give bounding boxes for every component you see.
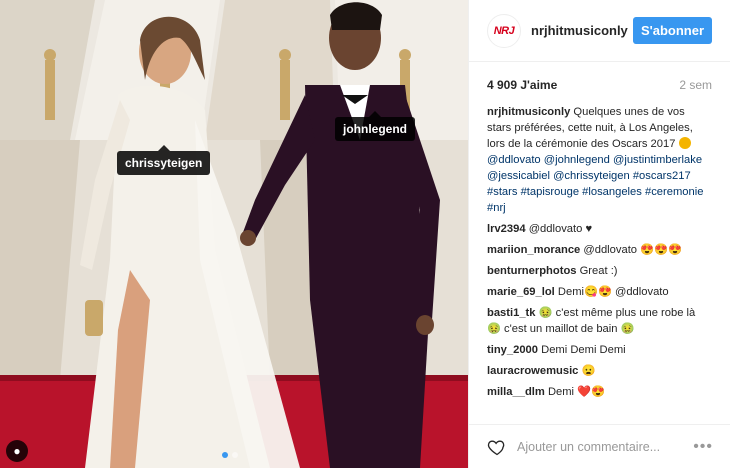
post-side-panel: NRJ nrjhitmusiconly S'abonner 4 909 J'ai…: [468, 0, 730, 468]
comment-text: 😦: [581, 365, 596, 377]
carousel-dot-active: [222, 452, 228, 458]
comment-input[interactable]: [517, 439, 694, 454]
post-meta: 4 909 J'aime 2 sem: [469, 62, 730, 92]
comment-list: nrjhitmusiconly Quelques unes de vos sta…: [469, 92, 730, 400]
comment-username[interactable]: marie_69_lol: [487, 286, 555, 298]
comment-username[interactable]: mariion_morance: [487, 244, 580, 256]
comment-item: tiny_2000 Demi Demi Demi: [487, 342, 712, 358]
comment-text: Demi ❤️😍: [547, 386, 606, 398]
tagged-users-icon[interactable]: ●: [6, 440, 28, 462]
carousel-dot: [232, 452, 238, 458]
caption: nrjhitmusiconly Quelques unes de vos sta…: [487, 104, 712, 216]
caption-username[interactable]: nrjhitmusiconly: [487, 106, 570, 118]
comment-username[interactable]: benturnerphotos: [487, 265, 577, 277]
comment-text: Demi😋😍 @ddlovato: [557, 286, 669, 298]
comment-item: lrv2394 @ddlovato ♥: [487, 221, 712, 237]
comment-username[interactable]: lauracrowemusic: [487, 365, 578, 377]
post-header: NRJ nrjhitmusiconly S'abonner: [469, 0, 730, 62]
comment-username[interactable]: lrv2394: [487, 223, 526, 235]
caption-mentions[interactable]: @ddlovato @johnlegend @justintimberlake …: [487, 154, 703, 214]
comment-text: @ddlovato ♥: [528, 223, 593, 235]
photo-tag-chrissyteigen[interactable]: chrissyteigen: [117, 145, 211, 175]
photo-tag-johnlegend[interactable]: johnlegend: [335, 111, 415, 141]
photo-illustration: [0, 0, 468, 468]
like-count[interactable]: 4 909 J'aime: [487, 78, 557, 92]
comment-username[interactable]: tiny_2000: [487, 344, 538, 356]
comment-text: Demi Demi Demi: [541, 344, 626, 356]
comment-item: benturnerphotos Great :): [487, 263, 712, 279]
comment-text: @ddlovato 😍😍😍: [583, 244, 682, 256]
account-username[interactable]: nrjhitmusiconly: [531, 23, 633, 38]
comment-username[interactable]: milla__dlm: [487, 386, 545, 398]
account-avatar[interactable]: NRJ: [487, 13, 521, 48]
comment-item: lauracrowemusic 😦: [487, 363, 712, 379]
carousel-indicator: [222, 452, 238, 458]
comment-item: milla__dlm Demi ❤️😍: [487, 384, 712, 400]
more-icon[interactable]: •••: [693, 438, 713, 456]
post-photo[interactable]: chrissyteigen johnlegend ●: [0, 0, 468, 468]
comment-footer: •••: [469, 424, 730, 468]
follow-button[interactable]: S'abonner: [632, 17, 712, 44]
comment-username[interactable]: basti1_tk: [487, 307, 536, 319]
comment-item: mariion_morance @ddlovato 😍😍😍: [487, 242, 712, 258]
comment-item: basti1_tk 🤢 c'est même plus une robe là …: [487, 305, 712, 337]
heart-icon[interactable]: [487, 437, 507, 457]
post-age[interactable]: 2 sem: [679, 78, 712, 92]
comment-text: Great :): [579, 265, 618, 277]
comment-item: marie_69_lol Demi😋😍 @ddlovato: [487, 284, 712, 300]
trophy-emoji: [678, 137, 691, 149]
